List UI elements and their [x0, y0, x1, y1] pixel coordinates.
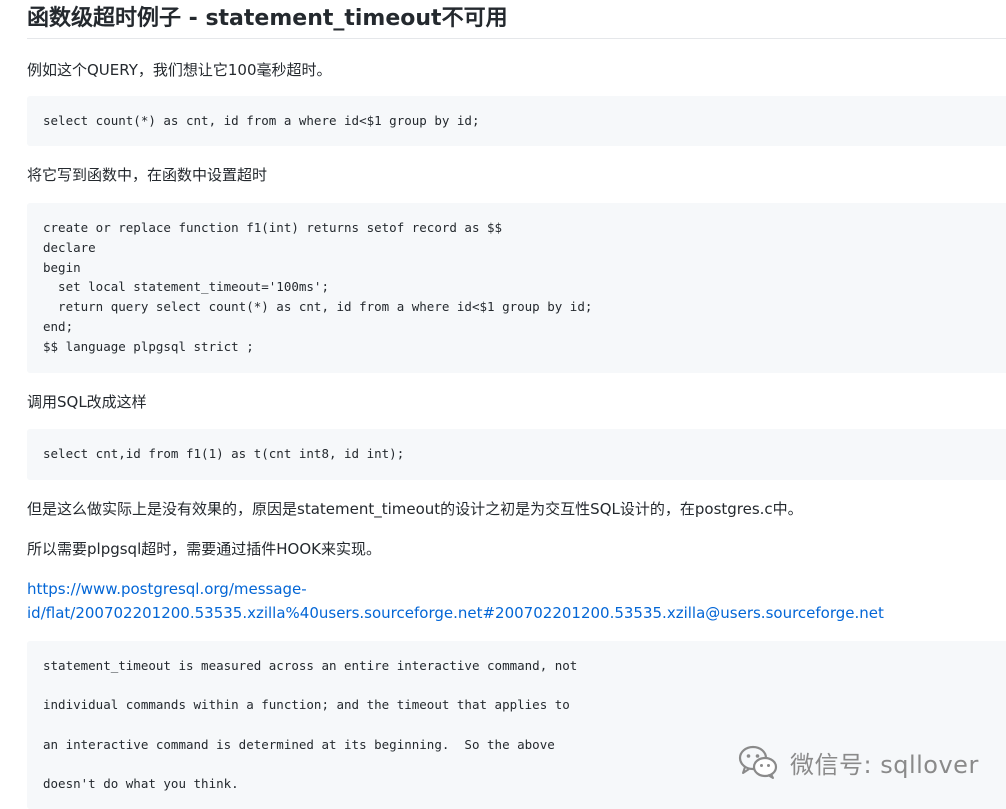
code-line: select count(*) as cnt, id from a where … [43, 113, 480, 128]
code-block-quote: statement_timeout is measured across an … [27, 641, 1006, 809]
code-line: return query select count(*) as cnt, id … [43, 299, 593, 314]
watermark: 微信号: sqllover [738, 742, 979, 782]
page-title: 函数级超时例子 - statement_timeout不可用 [27, 6, 508, 31]
code-line: select cnt,id from f1(1) as t(cnt int8, … [43, 446, 405, 461]
code-line: individual commands within a function; a… [43, 697, 570, 712]
code-line: declare [43, 240, 96, 255]
mailing-list-link-line1[interactable]: https://www.postgresql.org/message- [27, 577, 307, 601]
explanation-paragraph: 但是这么做实际上是没有效果的，原因是statement_timeout的设计之初… [27, 500, 803, 518]
code-line: set local statement_timeout='100ms'; [43, 279, 329, 294]
code-line: begin [43, 260, 81, 275]
code-block-query: select count(*) as cnt, id from a where … [27, 96, 1006, 146]
code-block-call: select cnt,id from f1(1) as t(cnt int8, … [27, 429, 1006, 480]
intro-paragraph: 例如这个QUERY，我们想让它100毫秒超时。 [27, 61, 332, 79]
wechat-icon [738, 745, 778, 779]
section-heading: 函数级超时例子 - statement_timeout不可用 [27, 0, 1006, 39]
code-line: create or replace function f1(int) retur… [43, 220, 503, 235]
mailing-list-link-line2[interactable]: id/flat/200702201200.53535.xzilla%40user… [27, 601, 884, 625]
code-line: doesn't do what you think. [43, 776, 239, 791]
function-paragraph: 将它写到函数中，在函数中设置超时 [27, 166, 268, 184]
hook-paragraph: 所以需要plpgsql超时，需要通过插件HOOK来实现。 [27, 540, 381, 558]
code-line: end; [43, 319, 74, 334]
code-line: an interactive command is determined at … [43, 737, 555, 752]
code-line: $$ language plpgsql strict ; [43, 339, 254, 354]
code-line: statement_timeout is measured across an … [43, 658, 578, 673]
call-paragraph: 调用SQL改成这样 [27, 393, 147, 411]
watermark-text: 微信号: sqllover [790, 750, 979, 779]
code-block-function: create or replace function f1(int) retur… [27, 203, 1006, 373]
